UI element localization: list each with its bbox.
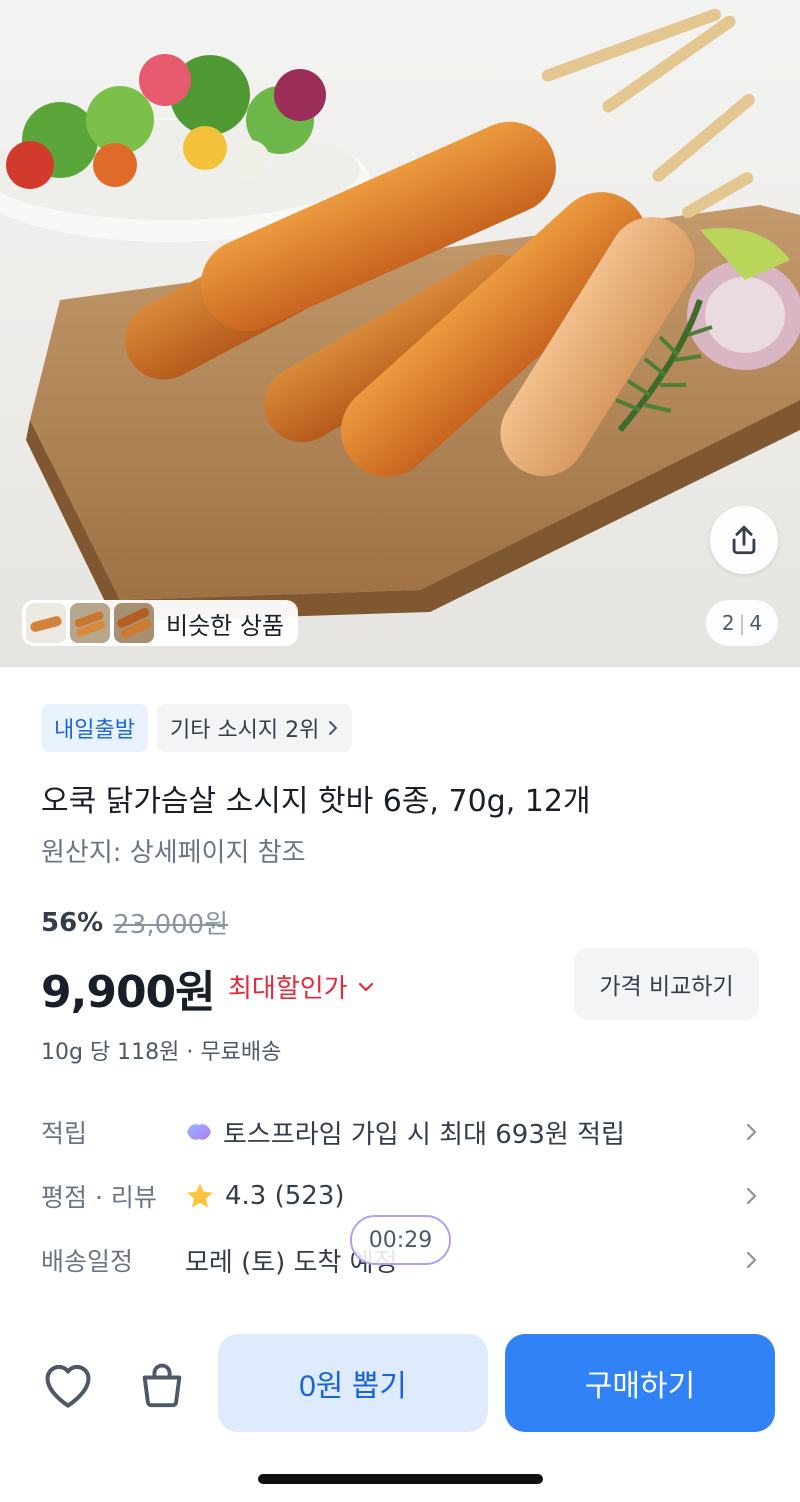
pager-total: 4 (749, 611, 763, 635)
pager-current: 2 (721, 611, 735, 635)
chevron-right-icon (746, 1251, 757, 1269)
points-value-wrap: 토스프라임 가입 시 최대 693원 적립 (185, 1114, 741, 1151)
price-compare-label: 가격 비교하기 (599, 974, 734, 1000)
rating-key: 평점 · 리뷰 (41, 1183, 157, 1212)
discount-percent: 56% (41, 907, 104, 938)
departure-badge-label: 내일출발 (54, 718, 135, 743)
delivery-value-wrap: 모레 (토) 도착 예정 (185, 1242, 741, 1279)
unit-price-shipping: 10g 당 118원 · 무료배송 (41, 1040, 282, 1065)
discount-info: 56% 23,000원 (41, 904, 228, 941)
buy-button[interactable]: 구매하기 (505, 1334, 775, 1432)
points-key: 적립 (41, 1119, 88, 1148)
rank-badge[interactable]: 기타 소시지 2위 (156, 704, 353, 752)
sale-price: 9,900원 (41, 967, 216, 1018)
rating-value-wrap: 4.3 (523) (185, 1181, 741, 1211)
floating-timer[interactable]: 00:29 (350, 1215, 451, 1265)
heart-icon (45, 1364, 91, 1408)
chevron-right-icon (746, 1123, 757, 1141)
shopping-bag-icon (142, 1363, 182, 1408)
chevron-right-icon (746, 1187, 757, 1205)
product-image-carousel[interactable]: 비슷한 상품 2 | 4 (0, 0, 800, 667)
delivery-key: 배송일정 (41, 1247, 134, 1276)
rating-row[interactable]: 평점 · 리뷰 4.3 (523) (41, 1172, 761, 1220)
free-draw-label: 0원 뽑기 (299, 1370, 407, 1403)
similar-product-thumb (70, 603, 110, 643)
similar-products-button[interactable]: 비슷한 상품 (22, 600, 299, 646)
pager-separator: | (738, 611, 746, 635)
points-row[interactable]: 적립 토스프라임 가입 시 최대 693원 적립 (41, 1108, 761, 1156)
free-draw-button[interactable]: 0원 뽑기 (218, 1334, 488, 1432)
original-price: 23,000원 (113, 910, 229, 940)
price-compare-button[interactable]: 가격 비교하기 (574, 948, 759, 1020)
chevron-right-icon (329, 721, 338, 735)
image-pager: 2 | 4 (706, 600, 778, 646)
points-value: 토스프라임 가입 시 최대 693원 적립 (223, 1119, 625, 1150)
wishlist-button[interactable] (38, 1354, 98, 1414)
product-photo (0, 8, 800, 622)
product-title: 오쿡 닭가슴살 소시지 핫바 6종, 70g, 12개 (41, 784, 591, 819)
share-icon (732, 525, 756, 555)
similar-product-thumb (114, 603, 154, 643)
home-indicator (258, 1474, 543, 1484)
cart-button[interactable] (132, 1354, 192, 1414)
chevron-down-icon (358, 982, 373, 991)
buy-label: 구매하기 (584, 1370, 696, 1403)
rating-value: 4.3 (523) (225, 1181, 345, 1211)
max-discount-toggle[interactable]: 최대할인가 (228, 968, 374, 1005)
timer-value: 00:29 (368, 1227, 433, 1253)
toss-prime-icon (187, 1124, 211, 1140)
share-button[interactable] (710, 506, 778, 574)
departure-badge: 내일출발 (41, 704, 148, 752)
rank-badge-label: 기타 소시지 2위 (169, 718, 320, 743)
star-icon (187, 1183, 213, 1208)
product-badges: 내일출발 기타 소시지 2위 (41, 704, 353, 752)
product-origin: 원산지: 상세페이지 참조 (41, 838, 306, 868)
max-discount-label: 최대할인가 (228, 974, 348, 1004)
similar-product-thumb (26, 603, 66, 643)
similar-products-label: 비슷한 상품 (166, 611, 285, 640)
